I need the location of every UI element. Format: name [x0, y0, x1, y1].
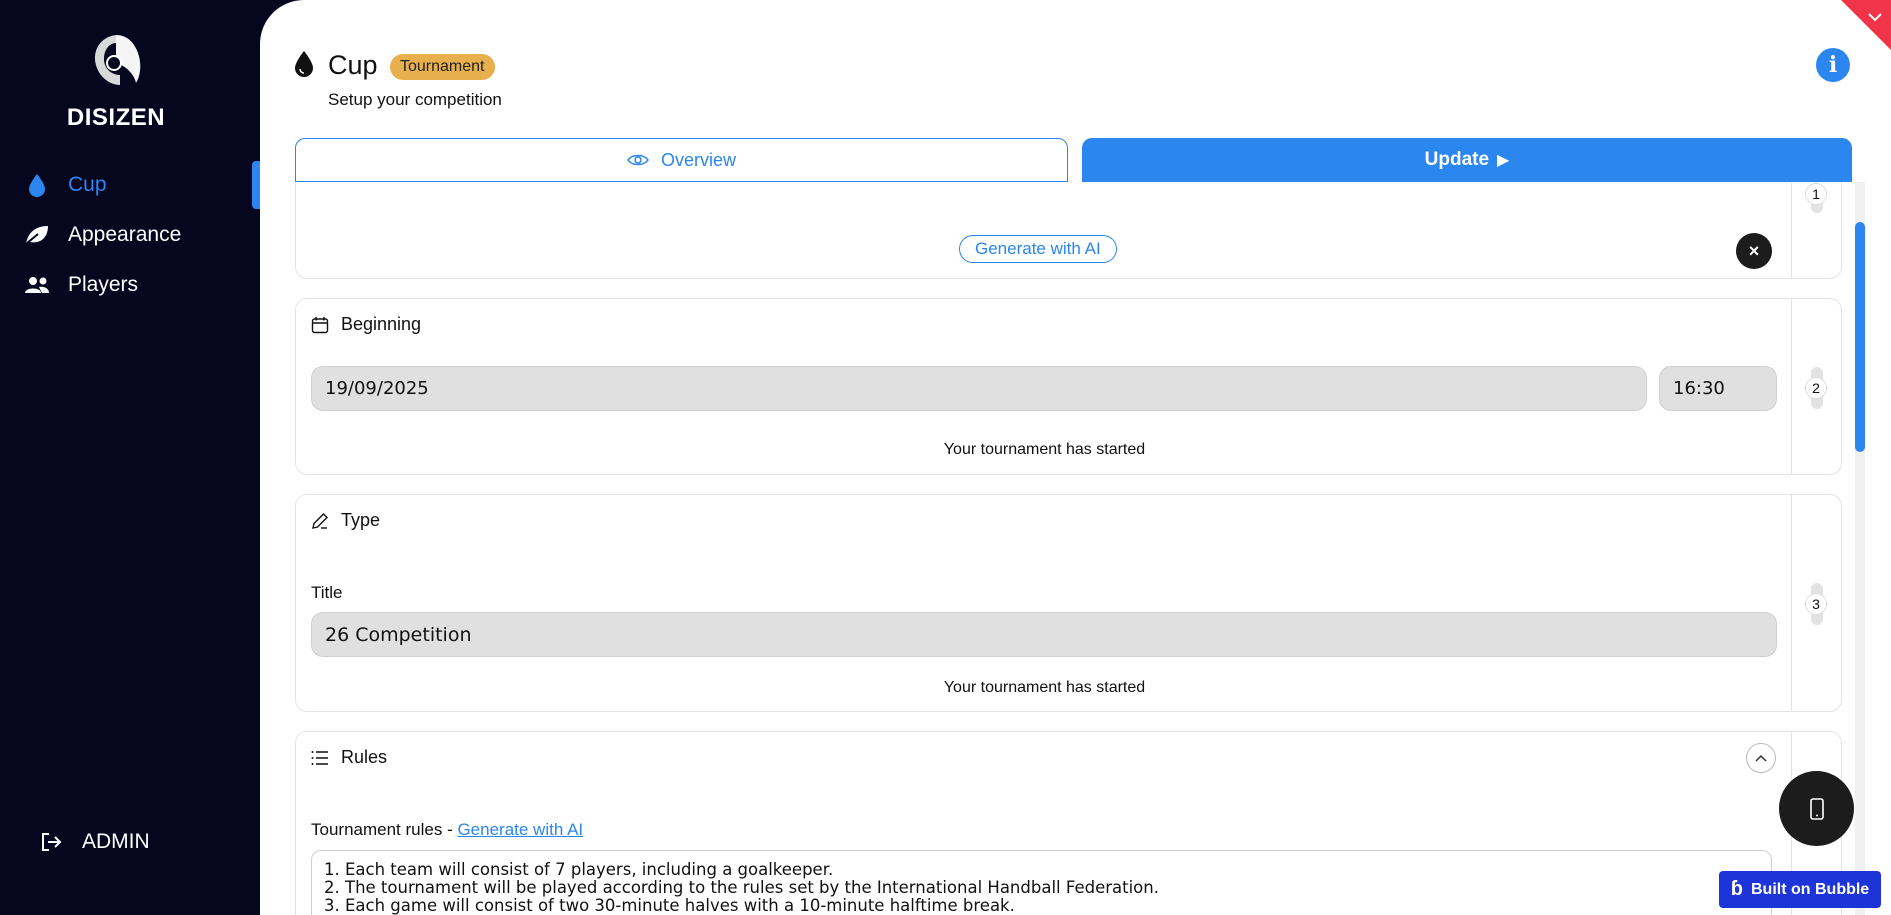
step-column: 1 — [1791, 182, 1841, 278]
field-label: Title — [311, 583, 343, 602]
scrollbar[interactable] — [1855, 182, 1865, 915]
close-icon[interactable]: × — [1736, 233, 1772, 269]
mobile-preview-button[interactable] — [1779, 771, 1854, 846]
leaf-icon — [24, 222, 50, 248]
rules-line: 3. Each game will consist of two 30-minu… — [324, 896, 1015, 915]
info-icon[interactable]: i — [1816, 48, 1850, 82]
beginning-card: Beginning 19/09/2025 16:30 Your tourname… — [295, 298, 1842, 475]
date-input[interactable]: 19/09/2025 — [311, 366, 1647, 411]
step-column: 2 — [1791, 299, 1841, 474]
card-title: Type — [341, 510, 381, 530]
main-panel: Cup Tournament Setup your competition i … — [260, 0, 1891, 915]
sidebar-item-cup[interactable]: Cup — [0, 161, 262, 209]
card-title: Beginning — [341, 314, 422, 334]
disizen-logo-icon — [94, 35, 141, 85]
bubble-badge-label: Built on Bubble — [1751, 880, 1870, 898]
card-title: Rules — [341, 747, 388, 767]
admin-label: ADMIN — [82, 830, 150, 853]
card-header: Beginning — [311, 314, 421, 335]
sidebar-item-appearance[interactable]: Appearance — [0, 211, 262, 259]
drop-icon — [295, 51, 313, 77]
drop-icon — [24, 172, 50, 198]
sidebar-item-label: Appearance — [68, 223, 182, 246]
bubble-logo-icon: ɓ — [1730, 878, 1743, 900]
generate-ai-button[interactable]: Generate with AI — [959, 235, 1117, 263]
list-icon — [311, 750, 328, 765]
time-input[interactable]: 16:30 — [1659, 366, 1777, 411]
play-icon: ▶ — [1497, 152, 1510, 169]
scrollbar-thumb[interactable] — [1855, 222, 1865, 452]
tab-update[interactable]: Update ▶ — [1082, 138, 1852, 182]
tab-update-label: Update — [1424, 149, 1490, 170]
rules-label-prefix: Tournament rules - — [311, 820, 458, 839]
rules-line: 2. The tournament will be played accordi… — [324, 878, 1159, 897]
eye-icon — [627, 154, 649, 166]
built-on-bubble-badge[interactable]: ɓ Built on Bubble — [1719, 871, 1881, 908]
tournament-badge: Tournament — [390, 54, 495, 80]
status-note: Your tournament has started — [943, 679, 1146, 696]
status-note: Your tournament has started — [943, 441, 1146, 458]
generate-ai-link[interactable]: Generate with AI — [457, 820, 583, 839]
rules-card: Rules Tournament rules - Generate with A… — [295, 731, 1842, 915]
sidebar: DISIZEN Cup Appearance Players ADMIN — [0, 0, 262, 915]
sidebar-item-label: Players — [68, 273, 139, 296]
form-scroll-area[interactable]: Generate with AI × 1 Beginning 19/09/202… — [295, 182, 1852, 915]
card-header: Rules — [311, 747, 387, 768]
step-column: 3 — [1791, 495, 1841, 711]
sidebar-item-label: Cup — [68, 173, 107, 196]
brand-name: DISIZEN — [66, 104, 166, 131]
calendar-icon — [311, 316, 329, 333]
step-number: 1 — [1805, 183, 1827, 205]
tab-overview[interactable]: Overview — [295, 138, 1068, 182]
title-input[interactable]: 26 Competition — [311, 612, 1777, 657]
rules-textarea[interactable]: 1. Each team will consist of 7 players, … — [311, 850, 1772, 915]
logout-icon — [42, 833, 62, 851]
rules-label: Tournament rules - Generate with AI — [311, 820, 583, 840]
card-header: Type — [311, 510, 380, 531]
collapse-chevron-up-icon[interactable] — [1746, 743, 1776, 773]
page-title: Cup — [328, 50, 378, 80]
pencil-icon — [312, 512, 328, 529]
type-card: Type Title 26 Competition Your tournamen… — [295, 494, 1842, 712]
sidebar-item-players[interactable]: Players — [0, 261, 262, 309]
rules-line: 1. Each team will consist of 7 players, … — [324, 860, 834, 879]
phone-icon — [1809, 797, 1824, 820]
step-number: 3 — [1805, 593, 1827, 615]
admin-link[interactable]: ADMIN — [40, 826, 150, 858]
step-number: 2 — [1805, 377, 1827, 399]
users-icon — [24, 272, 50, 298]
page-subtitle: Setup your competition — [328, 90, 502, 109]
ai-card: Generate with AI × 1 — [295, 182, 1842, 279]
tab-overview-label: Overview — [660, 149, 736, 170]
